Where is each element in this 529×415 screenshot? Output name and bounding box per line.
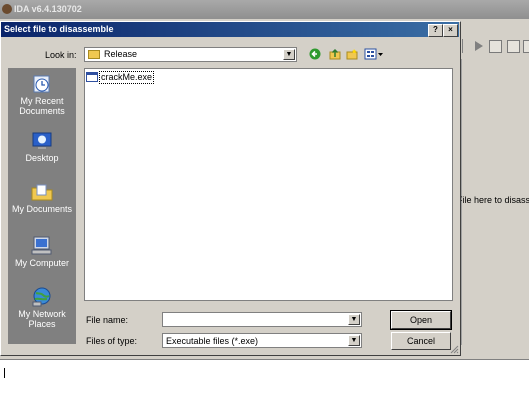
- place-label: My Computer: [14, 258, 69, 268]
- file-type-label: Files of type:: [86, 336, 138, 346]
- exe-file-icon: [86, 72, 98, 82]
- look-in-label: Look in:: [45, 50, 77, 60]
- ida-titlebar[interactable]: IDA v6.4.130702: [0, 0, 529, 19]
- place-label: My Recent Documents: [19, 96, 65, 116]
- pause-icon[interactable]: [489, 40, 502, 53]
- file-name-label: File name:: [86, 315, 129, 325]
- place-desktop[interactable]: Desktop: [8, 131, 76, 163]
- toolbar-overflow-icon[interactable]: [523, 40, 529, 53]
- play-icon[interactable]: [475, 41, 483, 51]
- output-text-cursor: [4, 368, 5, 378]
- file-list[interactable]: [84, 68, 453, 301]
- recent-documents-icon: [33, 75, 50, 93]
- my-computer-icon: [31, 236, 52, 255]
- ida-window-title: IDA v6.4.130702: [14, 4, 82, 14]
- file-type-value: Executable files (*.exe): [166, 336, 259, 346]
- open-button[interactable]: Open: [390, 310, 452, 330]
- place-label: Desktop: [25, 153, 59, 163]
- look-in-dropdown[interactable]: Release ▼: [84, 47, 297, 62]
- look-in-value: Release: [104, 49, 138, 59]
- file-type-dropdown[interactable]: Executable files (*.exe) ▼: [162, 333, 362, 348]
- back-icon[interactable]: [309, 48, 321, 60]
- view-menu-icon[interactable]: [364, 48, 384, 60]
- cancel-button[interactable]: Cancel: [391, 332, 451, 350]
- folder-icon: [88, 50, 100, 59]
- desktop-icon: [32, 132, 52, 149]
- place-label: My Network Places: [18, 309, 66, 329]
- file-name-label: crackMe.exe: [99, 71, 155, 84]
- dialog-titlebar[interactable]: Select file to disassemble ? ×: [1, 22, 459, 37]
- ida-debug-toolbar: [461, 38, 529, 54]
- place-my-documents[interactable]: My Documents: [8, 182, 76, 214]
- stop-icon[interactable]: [507, 40, 520, 53]
- chevron-down-icon[interactable]: ▼: [348, 314, 360, 325]
- dialog-title: Select file to disassemble: [4, 24, 114, 34]
- output-window[interactable]: [0, 359, 529, 415]
- place-label: My Documents: [11, 204, 73, 214]
- drop-hint-text: File here to disass: [457, 195, 529, 205]
- file-name-input[interactable]: ▼: [162, 312, 362, 327]
- up-folder-icon[interactable]: [329, 48, 341, 60]
- resize-grip-icon[interactable]: [450, 345, 459, 354]
- my-documents-icon: [31, 184, 53, 201]
- toolbar-separator: [462, 39, 463, 53]
- place-my-recent-documents[interactable]: My Recent Documents: [8, 74, 76, 116]
- chevron-down-icon[interactable]: ▼: [283, 49, 295, 60]
- place-my-computer[interactable]: My Computer: [8, 236, 76, 268]
- ida-app-icon: [2, 4, 12, 14]
- new-folder-icon[interactable]: [346, 48, 358, 60]
- network-places-icon: [32, 287, 51, 307]
- close-button[interactable]: ×: [443, 24, 458, 37]
- chevron-down-icon[interactable]: ▼: [348, 335, 360, 346]
- help-button[interactable]: ?: [428, 24, 443, 37]
- place-my-network-places[interactable]: My Network Places: [8, 287, 76, 329]
